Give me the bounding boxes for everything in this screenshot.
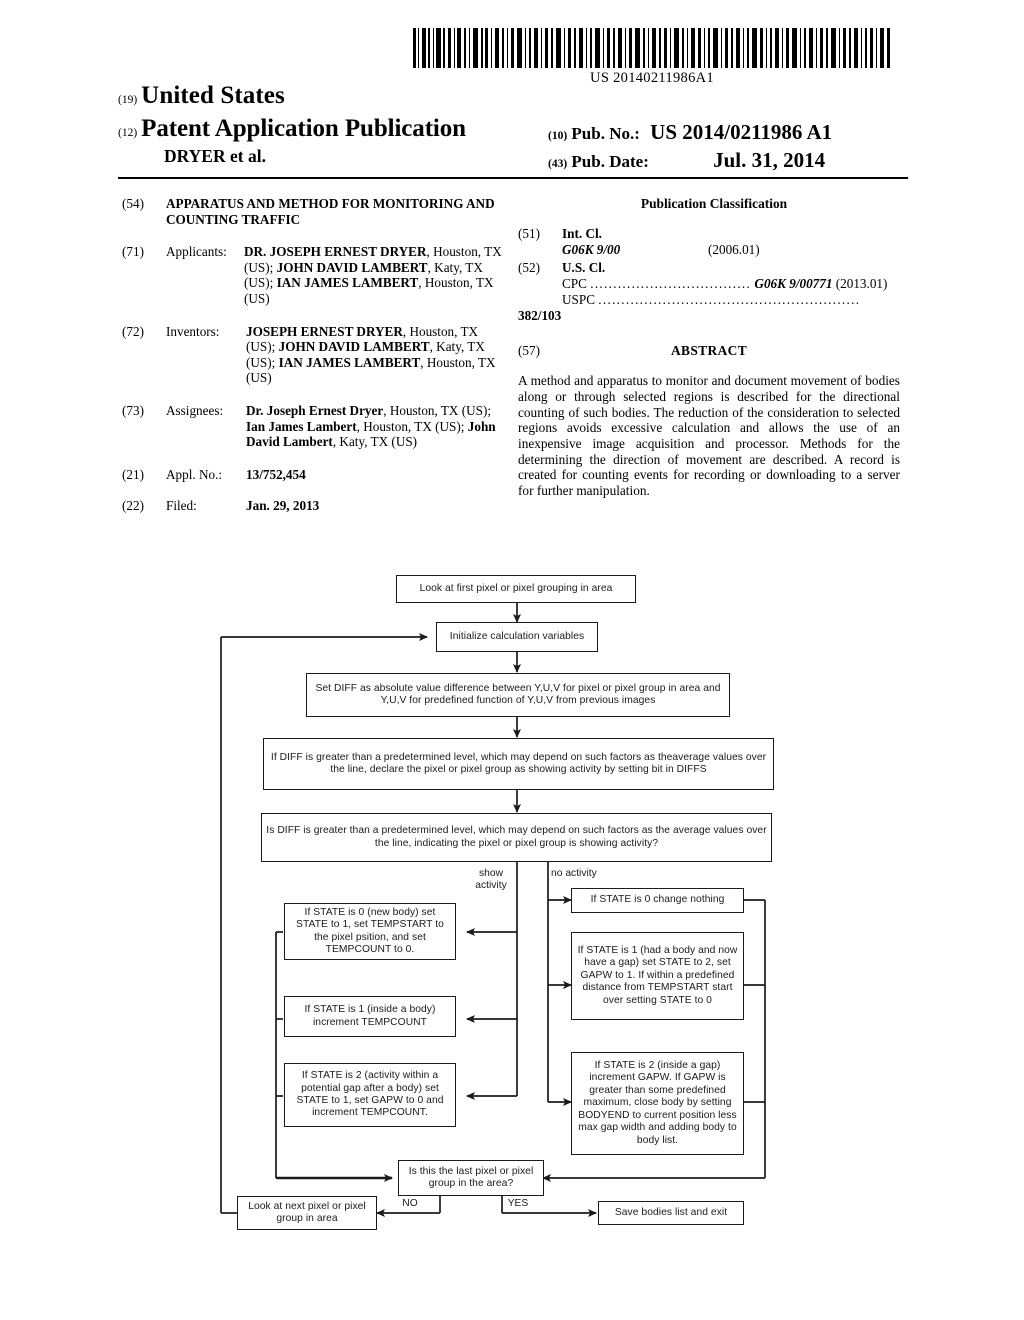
- patent-page: US 20140211986A1 (19) United States (12)…: [0, 0, 1024, 1320]
- field-assignees-value: Dr. Joseph Ernest Dryer, Houston, TX (US…: [246, 402, 496, 450]
- pubno-label: Pub. No.:: [571, 124, 640, 143]
- int-cl-code: G06K 9/00 (2006.01): [562, 242, 760, 258]
- field-title: (54) APPARATUS AND METHOD FOR MONITORING…: [122, 196, 502, 227]
- field-int-cl: (51) Int. Cl.: [518, 226, 900, 242]
- abstract-text: A method and apparatus to monitor and do…: [518, 373, 900, 499]
- flow-box-save-exit: Save bodies list and exit: [598, 1201, 744, 1225]
- code-19: (19): [118, 94, 138, 106]
- authors-line: DRYER et al.: [164, 146, 266, 166]
- field-filed: (22) Filed: Jan. 29, 2013: [122, 498, 502, 514]
- cpc-dots: ...................................: [590, 276, 752, 292]
- field-title-value: APPARATUS AND METHOD FOR MONITORING AND …: [166, 196, 495, 227]
- label-yes: YES: [507, 1198, 529, 1209]
- field-int-cl-label: Int. Cl.: [562, 225, 602, 241]
- doc-type: Patent Application Publication: [141, 115, 466, 142]
- field-assignees-num: (73): [122, 402, 144, 418]
- cpc-row: CPC ................................... …: [518, 276, 900, 292]
- flow-box-state1-idle: If STATE is 1 (had a body and now have a…: [571, 932, 744, 1020]
- flow-box-state2-active: If STATE is 2 (activity within a potenti…: [284, 1063, 456, 1127]
- flow-box-init: Initialize calculation variables: [436, 622, 598, 652]
- uspc-value: 382/103: [518, 307, 562, 323]
- flow-box-decision-activity: Is DIFF is greater than a predetermined …: [261, 813, 772, 862]
- field-applicants-label: Applicants:: [166, 244, 227, 260]
- cpc-date: (2013.01): [835, 276, 888, 292]
- barcode-number: US 20140211986A1: [590, 70, 714, 86]
- pubdate-label: Pub. Date:: [571, 152, 649, 171]
- field-appl-no: (21) Appl. No.: 13/752,454: [122, 467, 502, 483]
- flow-box-set-diff: Set DIFF as absolute value difference be…: [306, 673, 730, 717]
- barcode-block: US 20140211986A1: [413, 28, 891, 87]
- abstract-header: (57) ABSTRACT: [518, 343, 900, 359]
- field-filed-num: (22): [122, 498, 144, 514]
- flow-box-declare-activity: If DIFF is greater than a predetermined …: [263, 738, 774, 790]
- cpc-value: G06K 9/00771: [754, 276, 833, 292]
- barcode-icon: [413, 28, 890, 68]
- doc-type-line: (12) Patent Application Publication: [118, 115, 466, 143]
- field-appl-no-label: Appl. No.:: [166, 466, 223, 482]
- cpc-line: CPC ................................... …: [562, 276, 887, 291]
- field-int-cl-num: (51): [518, 225, 540, 241]
- field-filed-value: Jan. 29, 2013: [246, 498, 320, 514]
- publication-date-line: (43) Pub. Date: Jul. 31, 2014: [548, 148, 825, 173]
- flow-box-state1-active: If STATE is 1 (inside a body) increment …: [284, 996, 456, 1037]
- label-show-activity: show activity: [475, 868, 507, 892]
- country-line: (19) United States: [118, 82, 285, 110]
- label-no: NO: [402, 1198, 418, 1209]
- field-title-num: (54): [122, 196, 144, 211]
- field-appl-no-num: (21): [122, 466, 144, 482]
- field-inventors-value: JOSEPH ERNEST DRYER, Houston, TX (US); J…: [246, 323, 496, 386]
- cpc-label: CPC: [562, 276, 587, 292]
- biblio-left-column: (54) APPARATUS AND METHOD FOR MONITORING…: [122, 196, 502, 527]
- int-cl-code-row: G06K 9/00 (2006.01): [518, 242, 900, 258]
- uspc-row: USPC ...................................…: [518, 292, 900, 323]
- pubno-value: US 2014/0211986 A1: [650, 120, 833, 144]
- field-us-cl: (52) U.S. Cl.: [518, 260, 900, 276]
- pubdate-value: Jul. 31, 2014: [713, 148, 826, 172]
- field-applicants: (71) Applicants: DR. JOSEPH ERNEST DRYER…: [122, 244, 502, 306]
- field-us-cl-num: (52): [518, 259, 540, 275]
- field-appl-no-value: 13/752,454: [246, 466, 306, 482]
- int-cl-date: (2006.01): [708, 242, 760, 258]
- field-inventors-num: (72): [122, 323, 144, 339]
- flow-box-state0-active: If STATE is 0 (new body) set STATE to 1,…: [284, 903, 456, 960]
- flow-box-state0-idle: If STATE is 0 change nothing: [571, 888, 744, 913]
- label-no-activity: no activity: [551, 868, 597, 879]
- field-applicants-num: (71): [122, 244, 144, 260]
- flow-box-last-pixel-decision: Is this the last pixel or pixel group in…: [398, 1160, 544, 1196]
- field-inventors: (72) Inventors: JOSEPH ERNEST DRYER, Hou…: [122, 324, 502, 386]
- publication-number-line: (10) Pub. No.: US 2014/0211986 A1: [548, 120, 832, 145]
- uspc-line: USPC ...................................…: [518, 292, 860, 323]
- flow-box-next-pixel: Look at next pixel or pixel group in are…: [237, 1196, 377, 1230]
- classification-heading: Publication Classification: [640, 196, 788, 211]
- uspc-dots: ........................................…: [598, 291, 861, 307]
- header-divider: [118, 177, 908, 179]
- flow-box-state2-idle: If STATE is 2 (inside a gap) increment G…: [571, 1052, 744, 1155]
- biblio-right-column: Publication Classification (51) Int. Cl.…: [518, 196, 900, 499]
- code-10: (10): [548, 130, 568, 142]
- flow-box-start: Look at first pixel or pixel grouping in…: [396, 575, 636, 603]
- field-filed-label: Filed:: [166, 498, 197, 514]
- field-us-cl-label: U.S. Cl.: [562, 259, 606, 275]
- code-43: (43): [548, 158, 568, 170]
- uspc-label: USPC: [562, 291, 595, 307]
- field-assignees: (73) Assignees: Dr. Joseph Ernest Dryer,…: [122, 403, 502, 450]
- field-applicants-value: DR. JOSEPH ERNEST DRYER, Houston, TX (US…: [244, 244, 502, 306]
- country-name: United States: [141, 82, 285, 109]
- field-assignees-label: Assignees:: [166, 402, 224, 418]
- abstract-heading: ABSTRACT: [670, 343, 748, 359]
- field-inventors-label: Inventors:: [166, 323, 220, 339]
- code-12: (12): [118, 127, 138, 139]
